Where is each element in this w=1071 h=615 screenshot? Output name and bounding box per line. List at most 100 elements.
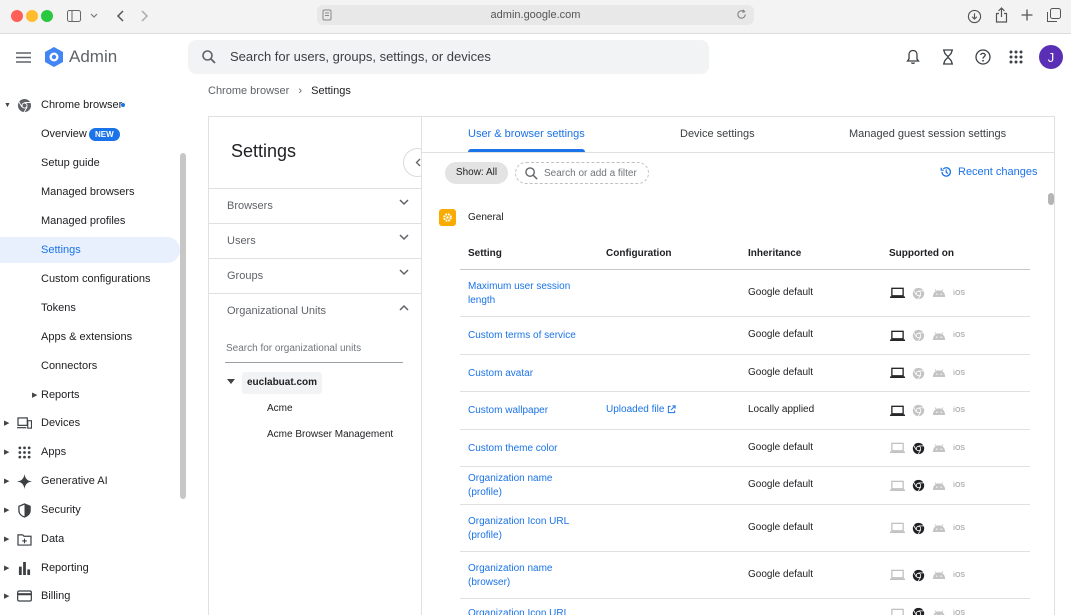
nav-managed-profiles[interactable]: Managed profiles (0, 208, 180, 234)
chrome-browser-icon (912, 287, 925, 300)
table-row[interactable]: Custom avatar Google default iOS (460, 355, 1030, 392)
nav-tokens[interactable]: Tokens (0, 295, 180, 321)
table-row[interactable]: Custom terms of service Google default iOS (460, 317, 1030, 355)
table-row[interactable]: Organization Icon URL (profile) Google de… (460, 505, 1030, 552)
chevron-down-icon[interactable] (399, 234, 409, 241)
expand-arrow-icon[interactable]: ▶ (4, 592, 9, 600)
new-tab-icon[interactable] (1019, 7, 1035, 23)
nav-setup-guide[interactable]: Setup guide (0, 150, 180, 176)
table-row[interactable]: Custom theme color Google default iOS (460, 430, 1030, 467)
nav-reports[interactable]: ▶ Reports (0, 382, 180, 408)
tab-user-browser-settings[interactable]: User & browser settings (468, 128, 585, 140)
tasks-hourglass-icon[interactable] (939, 48, 957, 66)
table-row[interactable]: Maximum user session length Google defaul… (460, 270, 1030, 317)
apps-grid-icon[interactable] (1007, 48, 1025, 66)
recent-changes-link[interactable]: Recent changes (940, 166, 1038, 178)
nav-security[interactable]: ▶ Security (0, 497, 180, 523)
collapse-arrow-icon[interactable] (227, 379, 235, 384)
nav-billing[interactable]: ▶ Billing (0, 583, 180, 609)
page-settings-icon[interactable] (322, 9, 332, 21)
table-row[interactable]: Organization name (profile) Google defaul… (460, 467, 1030, 505)
back-icon[interactable] (113, 8, 127, 24)
tab-device-settings[interactable]: Device settings (680, 128, 755, 140)
sidebar-toggle-icon[interactable] (66, 8, 82, 24)
global-search[interactable]: Search for users, groups, settings, or d… (188, 40, 709, 74)
nav-apps[interactable]: ▶ Apps (0, 439, 180, 465)
expand-arrow-icon[interactable]: ▶ (4, 448, 9, 456)
chevron-down-icon[interactable] (89, 10, 99, 20)
account-avatar[interactable]: J (1039, 45, 1063, 69)
breadcrumb-parent[interactable]: Chrome browser (208, 85, 289, 97)
ou-node[interactable]: Acme Browser Management (267, 429, 393, 440)
section-groups[interactable]: Groups (209, 258, 421, 293)
android-icon (932, 481, 946, 491)
tab-overview-icon[interactable] (1046, 7, 1062, 23)
forward-icon[interactable] (138, 8, 152, 24)
share-icon[interactable] (993, 6, 1009, 24)
search-input[interactable]: Search for users, groups, settings, or d… (230, 49, 491, 64)
expand-arrow-icon[interactable]: ▶ (4, 477, 9, 485)
chevron-down-icon[interactable] (399, 269, 409, 276)
ou-search-input[interactable]: Search for organizational units (225, 343, 403, 363)
table-row[interactable]: Organization Icon URL iOS (460, 599, 1030, 615)
zoom-window-button[interactable] (41, 10, 53, 22)
chevron-down-icon[interactable] (399, 199, 409, 206)
nav-managed-browsers[interactable]: Managed browsers (0, 179, 180, 205)
configuration-link[interactable]: Uploaded file (606, 404, 676, 415)
section-browsers[interactable]: Browsers (209, 188, 421, 223)
ou-root-node[interactable]: euclabuat.com (242, 372, 322, 394)
nav-settings[interactable]: Settings (0, 237, 180, 263)
reload-icon[interactable] (736, 9, 747, 20)
nav-overview[interactable]: Overview NEW (0, 121, 180, 147)
nav-data[interactable]: ▶ Data (0, 526, 180, 552)
android-icon (932, 609, 946, 615)
sparkle-icon (17, 473, 32, 489)
nav-apps-extensions[interactable]: Apps & extensions (0, 324, 180, 350)
table-row[interactable]: Organization name (browser) Google defaul… (460, 552, 1030, 599)
expand-arrow-icon[interactable]: ▶ (32, 391, 37, 399)
nav-scrollbar[interactable] (180, 153, 186, 499)
ou-node[interactable]: Acme (267, 403, 293, 414)
setting-link[interactable]: Custom wallpaper (468, 404, 588, 418)
main-scrollbar[interactable] (1048, 193, 1054, 205)
setting-link[interactable]: Custom terms of service (468, 329, 588, 343)
address-bar[interactable]: admin.google.com (317, 5, 754, 25)
nav-custom-configurations[interactable]: Custom configurations (0, 266, 180, 292)
section-users[interactable]: Users (209, 223, 421, 258)
expand-arrow-icon[interactable]: ▼ (4, 102, 11, 109)
nav-generative-ai[interactable]: ▶ Generative AI (0, 468, 180, 494)
nav-connectors[interactable]: Connectors (0, 353, 180, 379)
section-organizational-units[interactable]: Organizational Units (209, 293, 421, 328)
nav-devices[interactable]: ▶ Devices (0, 410, 180, 436)
show-all-filter-chip[interactable]: Show: All (445, 162, 508, 184)
downloads-icon[interactable] (966, 8, 982, 24)
main-menu-icon[interactable] (14, 49, 32, 65)
setting-link[interactable]: Organization Icon URL (468, 607, 588, 615)
expand-arrow-icon[interactable]: ▶ (4, 419, 9, 427)
setting-link[interactable]: Custom theme color (468, 442, 588, 456)
admin-logo[interactable] (43, 46, 65, 68)
tab-managed-guest-session-settings[interactable]: Managed guest session settings (849, 128, 1006, 140)
chrome-browser-icon (912, 404, 925, 417)
expand-arrow-icon[interactable]: ▶ (4, 506, 9, 514)
setting-link[interactable]: Organization name (profile) (468, 472, 588, 500)
search-icon (525, 167, 538, 180)
chevron-up-icon[interactable] (399, 304, 409, 311)
setting-link[interactable]: Organization Icon URL (profile) (468, 515, 588, 543)
nav-reporting[interactable]: ▶ Reporting (0, 555, 180, 581)
setting-link[interactable]: Organization name (browser) (468, 562, 588, 590)
chevron-left-icon (415, 158, 421, 167)
expand-arrow-icon[interactable]: ▶ (4, 535, 9, 543)
update-dot (121, 103, 125, 107)
filter-input[interactable]: Search or add a filter (515, 162, 649, 184)
minimize-window-button[interactable] (26, 10, 38, 22)
table-row[interactable]: Custom wallpaper Uploaded file Locally app… (460, 392, 1030, 430)
setting-link[interactable]: Custom avatar (468, 367, 588, 381)
expand-arrow-icon[interactable]: ▶ (4, 564, 9, 572)
setting-link[interactable]: Maximum user session length (468, 280, 588, 308)
help-icon[interactable] (974, 48, 992, 66)
notifications-bell-icon[interactable] (904, 48, 922, 66)
nav-chrome-browser[interactable]: ▼ Chrome browser (0, 92, 180, 118)
close-window-button[interactable] (11, 10, 23, 22)
column-header-setting[interactable]: Setting (468, 248, 502, 259)
